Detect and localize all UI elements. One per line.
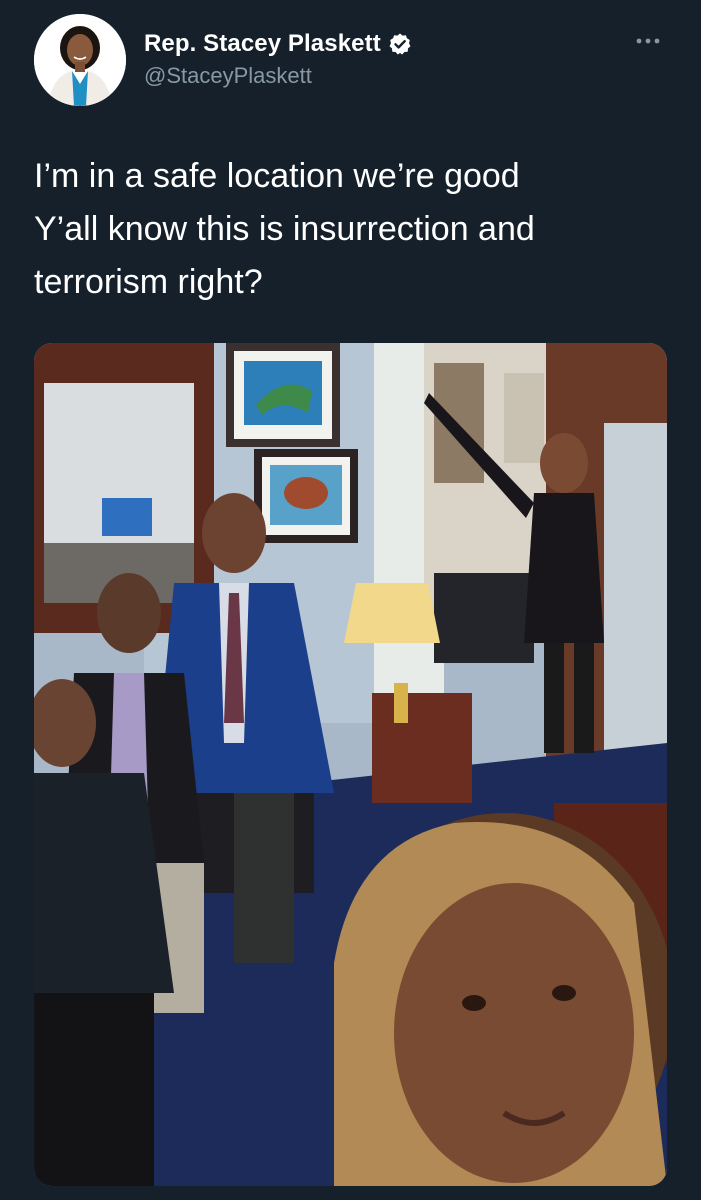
more-options-button[interactable]: [633, 26, 663, 56]
display-name-row: Rep. Stacey Plaskett: [144, 28, 412, 60]
more-horizontal-icon: [636, 38, 660, 44]
selfie-photo: [34, 343, 667, 1186]
author-avatar[interactable]: [34, 14, 126, 106]
verified-badge-icon: [388, 32, 412, 56]
tweet-text: I’m in a safe location we’re good Y’all …: [34, 150, 654, 309]
tweet-media-photo[interactable]: [34, 343, 667, 1186]
tweet-line: terrorism right?: [34, 263, 263, 301]
author-names: Rep. Stacey Plaskett @StaceyPlaskett: [144, 28, 412, 89]
display-name[interactable]: Rep. Stacey Plaskett: [144, 30, 381, 58]
profile-photo: [34, 14, 126, 106]
tweet-line: Y’all know this is insurrection and: [34, 210, 535, 248]
tweet-card: Rep. Stacey Plaskett @StaceyPlaskett I’m…: [0, 0, 701, 1200]
author-handle[interactable]: @StaceyPlaskett: [144, 63, 412, 89]
tweet-line: I’m in a safe location we’re good: [34, 157, 520, 195]
